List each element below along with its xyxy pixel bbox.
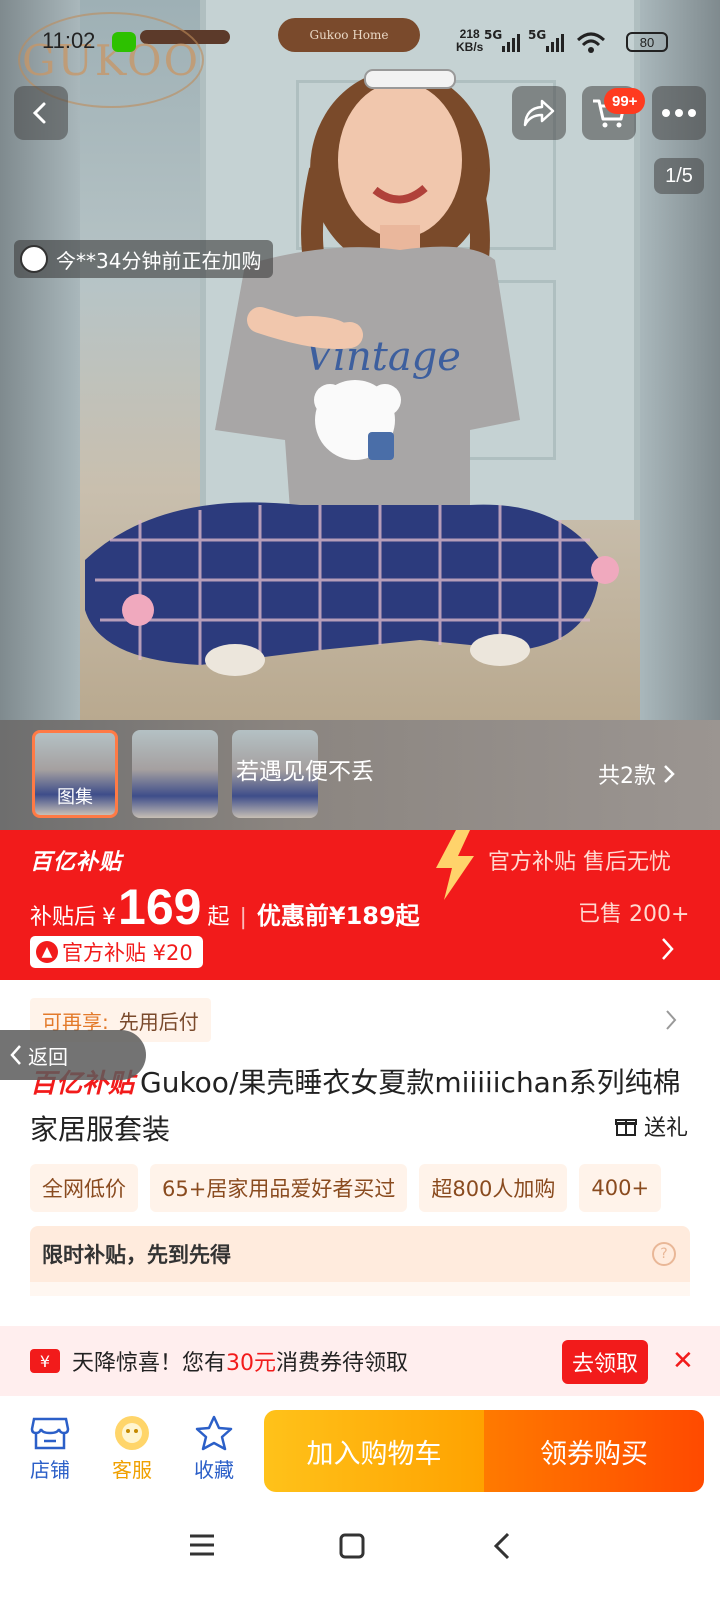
- close-icon[interactable]: ✕: [672, 1346, 694, 1376]
- help-icon[interactable]: ?: [652, 1242, 676, 1266]
- price-suffix: 起: [207, 905, 230, 930]
- chevron-right-icon[interactable]: [664, 1008, 678, 1032]
- favorite-button[interactable]: 收藏: [184, 1412, 244, 1483]
- share-button[interactable]: [512, 86, 566, 140]
- network-speed-unit: KB/s: [456, 40, 484, 54]
- variants-link[interactable]: 共2款: [598, 758, 676, 790]
- claim-voucher-button[interactable]: 去领取: [562, 1340, 649, 1384]
- price-currency: ¥: [102, 905, 117, 930]
- chevron-left-icon: [10, 1045, 21, 1065]
- return-floating-button[interactable]: 返回: [0, 1030, 146, 1080]
- thumbnail-caption: 若遇见便不丢: [236, 759, 374, 785]
- service-label: 客服: [112, 1458, 152, 1482]
- back-button[interactable]: [14, 86, 68, 140]
- thumbnail-variant-1[interactable]: [132, 730, 218, 818]
- voucher-amount: 30元: [226, 1351, 277, 1376]
- more-button[interactable]: [652, 86, 706, 140]
- tag-item: 全网低价: [30, 1164, 138, 1212]
- signal-icon: [546, 34, 564, 52]
- battery-indicator: 80: [626, 32, 668, 52]
- status-time: 11:02: [42, 28, 96, 53]
- activity-text: 今**34分钟前正在加购: [56, 248, 262, 273]
- recent-activity-toast: 今**34分钟前正在加购: [14, 240, 274, 278]
- system-navigation-bar: [0, 1504, 720, 1600]
- price-row: 补贴后 ¥ 169 起 | 优惠前¥189起: [30, 878, 420, 936]
- signal-icon: [502, 34, 520, 52]
- tag-item: 65+居家用品爱好者买过: [150, 1164, 408, 1212]
- subsidy-guarantee: 官方补贴 售后无忧: [488, 850, 671, 875]
- buy-with-coupon-button[interactable]: 领券购买: [484, 1410, 704, 1492]
- customer-service-icon: [115, 1416, 149, 1450]
- share-icon: [523, 99, 555, 127]
- variants-label: 共2款: [598, 764, 656, 789]
- store-icon: [30, 1417, 70, 1450]
- home-icon[interactable]: [338, 1532, 366, 1560]
- shop-button[interactable]: 店铺: [20, 1412, 80, 1483]
- sim1-type: 5G: [484, 28, 503, 42]
- bottom-action-bar: 店铺 客服 收藏 加入购物车 领券购买: [0, 1396, 720, 1504]
- send-gift-button[interactable]: 送礼: [614, 1110, 688, 1142]
- divider: |: [239, 905, 247, 930]
- cart-count-badge: 99+: [604, 88, 646, 114]
- favorite-label: 收藏: [194, 1458, 234, 1482]
- lightning-icon: [436, 830, 474, 900]
- menu-icon[interactable]: [188, 1532, 216, 1558]
- subsidy-logo: 百亿补贴: [30, 850, 123, 875]
- wifi-icon: [576, 32, 606, 53]
- back-nav-icon[interactable]: [492, 1532, 512, 1560]
- original-price: 优惠前¥189起: [256, 902, 420, 930]
- voucher-prefix: 天降惊喜！您有: [72, 1351, 227, 1376]
- network-speed: 218 KB/s: [456, 28, 483, 54]
- pay-later-value: 先用后付: [118, 1009, 199, 1034]
- voucher-prompt: ¥ 天降惊喜！您有 30元 消费券待领取 去领取 ✕: [0, 1326, 720, 1396]
- chevron-left-icon: [32, 102, 46, 124]
- limited-subsidy-row[interactable]: 限时补贴，先到先得 ?: [30, 1226, 690, 1282]
- subsidy-price-banner[interactable]: 百亿补贴 官方补贴 售后无忧 补贴后 ¥ 169 起 | 优惠前¥189起 已售…: [0, 830, 720, 980]
- wechat-icon: [112, 32, 136, 52]
- tag-item: 超800人加购: [419, 1164, 568, 1212]
- chevron-right-icon: [664, 765, 675, 783]
- voucher-suffix: 消费券待领取: [276, 1351, 409, 1376]
- avatar: [20, 245, 48, 273]
- sim2-type: 5G: [528, 28, 547, 42]
- product-image-carousel[interactable]: Gukoo Home Vintage GUKOO 11:02 218 KB/s …: [0, 0, 720, 720]
- fire-icon: ▲: [36, 941, 58, 963]
- sold-count: 已售 200+: [578, 902, 690, 927]
- price-value: 169: [118, 879, 202, 935]
- shop-label: 店铺: [30, 1458, 70, 1482]
- product-tags: 全网低价 65+居家用品爱好者买过 超800人加购 400+: [30, 1164, 690, 1212]
- chevron-right-icon: [662, 938, 674, 960]
- gift-icon: [615, 1119, 637, 1136]
- star-icon: [195, 1415, 233, 1451]
- limited-text: 限时补贴，先到先得: [42, 1243, 231, 1267]
- coupon-text: 官方补贴 ¥20: [62, 941, 193, 965]
- gift-label: 送礼: [644, 1116, 689, 1141]
- return-label: 返回: [28, 1044, 68, 1069]
- status-bar: 11:02 218 KB/s 5G 5G 80: [0, 24, 720, 64]
- partial-row: [30, 1282, 690, 1296]
- add-to-cart-button[interactable]: 加入购物车: [264, 1410, 484, 1492]
- image-page-indicator: 1/5: [654, 158, 704, 194]
- thumbnail-gallery[interactable]: 图集: [32, 730, 118, 818]
- customer-service-button[interactable]: 客服: [102, 1412, 162, 1483]
- official-coupon-tag: ▲ 官方补贴 ¥20: [30, 936, 203, 968]
- thumbnail-label: 图集: [57, 787, 93, 808]
- tag-item: 400+: [579, 1164, 662, 1212]
- more-icon: [662, 109, 696, 117]
- price-prefix: 补贴后: [30, 905, 97, 930]
- yen-icon: ¥: [30, 1349, 60, 1373]
